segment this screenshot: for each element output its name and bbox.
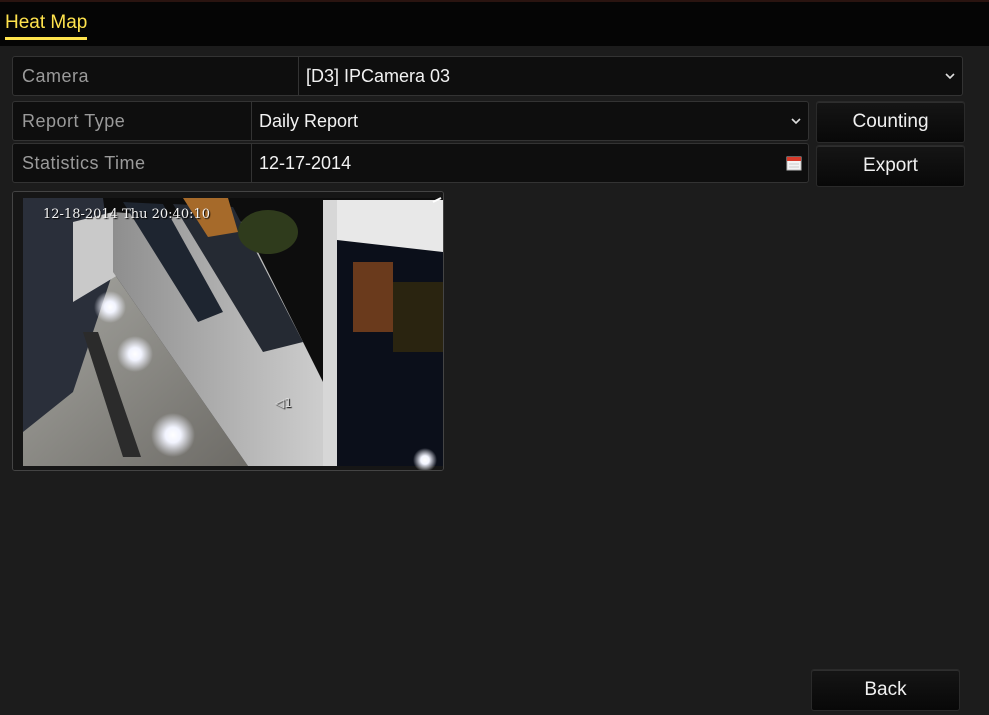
statistics-time-value: 12-17-2014 (259, 152, 352, 173)
statistics-time-field[interactable]: 12-17-2014 (252, 144, 808, 182)
statistics-time-row: Statistics Time 12-17-2014 (12, 143, 809, 183)
speaker-icon: ◁ (275, 396, 285, 410)
export-button[interactable]: Export (816, 145, 965, 187)
osd-timestamp: 12-18-2014 Thu 20:40:10 (43, 207, 211, 222)
back-button[interactable]: Back (811, 669, 960, 711)
report-type-select-value: Daily Report (259, 110, 359, 131)
channel-label-value: 1 (284, 396, 292, 410)
title-bar: Heat Map (0, 0, 989, 46)
camera-preview: 12-18-2014 Thu 20:40:10 ◁1 (12, 191, 444, 471)
camera-snapshot (13, 192, 443, 470)
statistics-time-label: Statistics Time (13, 144, 252, 182)
channel-label: ◁1 (275, 396, 292, 410)
tab-heat-map[interactable]: Heat Map (5, 12, 88, 40)
camera-row: Camera [D3] IPCamera 03 (12, 56, 963, 96)
counting-button[interactable]: Counting (816, 101, 965, 143)
report-type-label: Report Type (13, 102, 252, 140)
report-type-row: Report Type Daily Report (12, 101, 809, 141)
chevron-down-icon (791, 118, 801, 125)
chevron-down-icon (945, 73, 955, 80)
report-type-select[interactable]: Daily Report (252, 102, 808, 140)
camera-select[interactable]: [D3] IPCamera 03 (299, 57, 962, 95)
camera-label: Camera (13, 57, 299, 95)
calendar-icon[interactable] (786, 155, 802, 171)
camera-select-value: [D3] IPCamera 03 (306, 65, 451, 86)
